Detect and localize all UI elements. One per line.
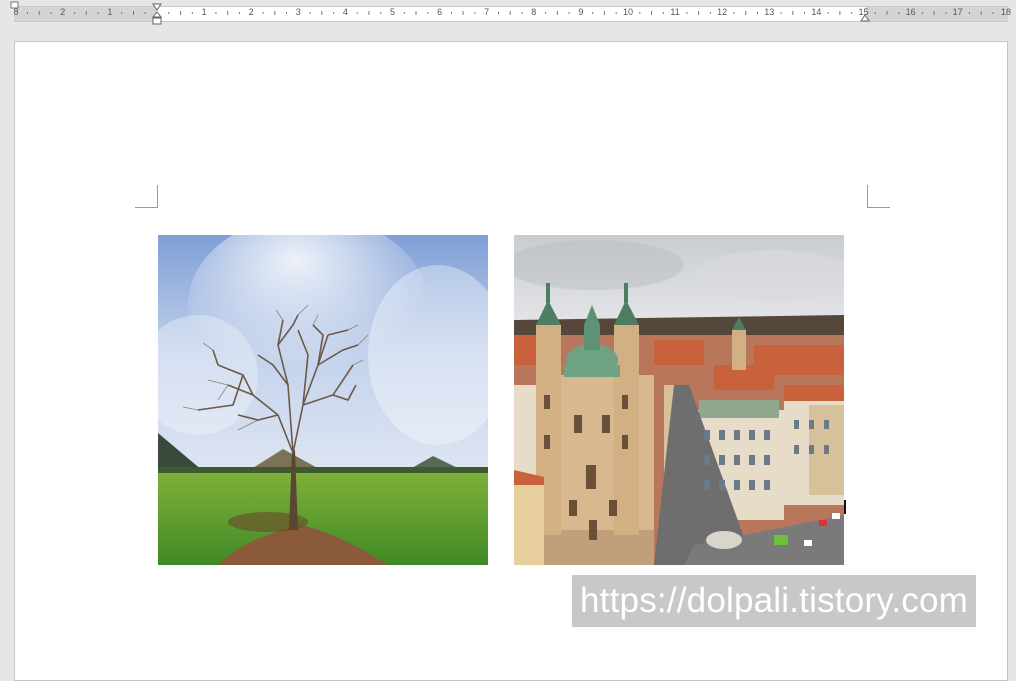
right-indent-marker[interactable] [860,14,870,22]
tree-image-icon [158,235,488,565]
prague-church-photo[interactable] [514,235,844,565]
indent-markers[interactable] [0,0,1016,26]
hanging-indent-marker[interactable] [151,11,163,25]
tree-photo[interactable] [158,235,488,565]
margin-corner-top-right [867,185,890,208]
text-cursor [844,500,846,514]
church-image-icon [514,235,844,565]
margin-corner-top-left [135,185,158,208]
tab-selector-icon[interactable] [10,1,19,9]
first-line-indent-marker[interactable] [152,3,162,11]
watermark-url: https://dolpali.tistory.com [572,575,976,627]
horizontal-ruler[interactable]: 8 2 1 1 2 3 4 5 6 7 8 9 10 11 12 13 14 15 16 17 18 [0,0,1016,26]
